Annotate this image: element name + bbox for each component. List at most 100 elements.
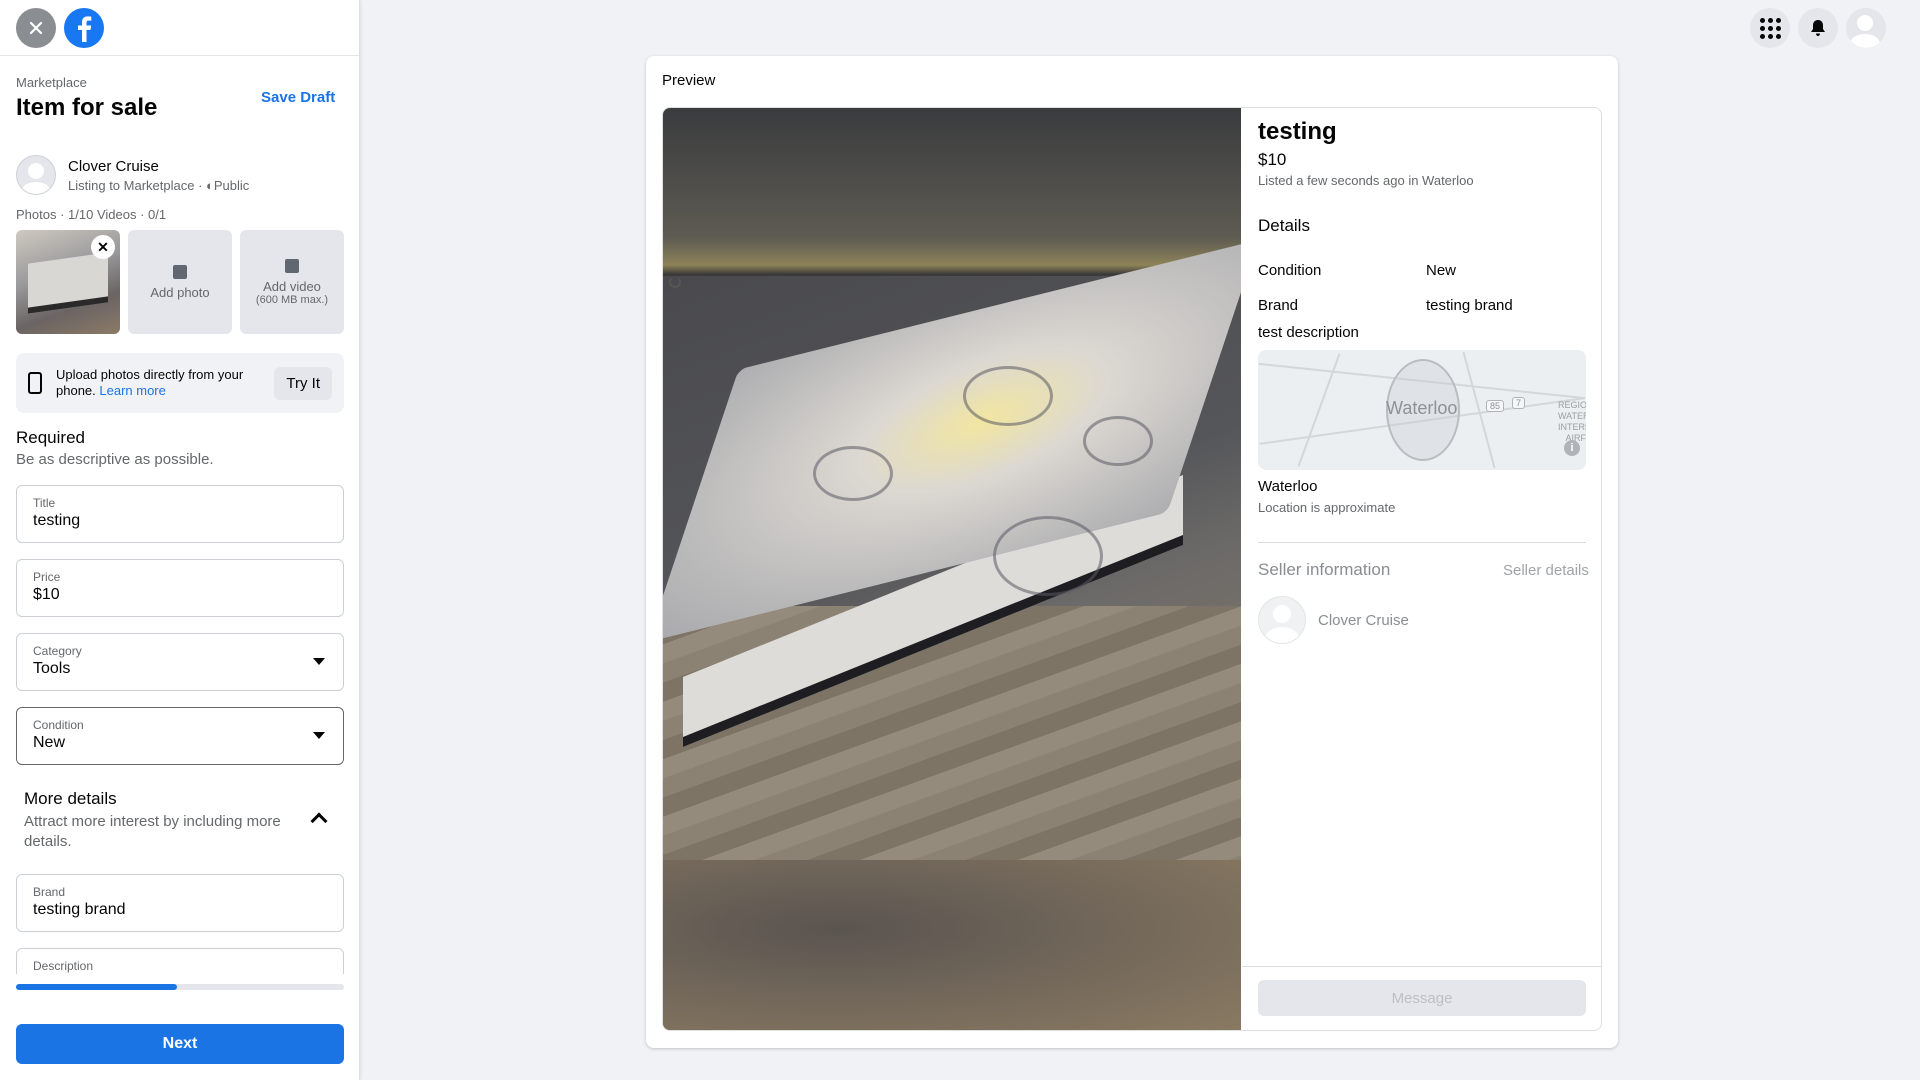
seller-row: Clover Cruise [1258, 596, 1409, 644]
detail-row-condition: Condition New [1258, 262, 1456, 279]
preview-label: Preview [662, 72, 716, 89]
menu-grid-icon [1759, 17, 1781, 39]
phone-upload-banner: Upload photos directly from your phone. … [16, 353, 344, 413]
photo-thumbnail[interactable]: ✕ [16, 230, 120, 334]
more-details-heading[interactable]: More details [24, 789, 117, 809]
required-heading: Required [16, 428, 85, 447]
detail-key: Brand [1258, 297, 1299, 314]
sidebar-scroll-area[interactable]: Marketplace Item for sale Save Draft Clo… [0, 57, 359, 974]
progress-bar-fill [16, 984, 177, 990]
message-button[interactable]: Message [1258, 980, 1586, 1016]
preview-frame: testing $10 Listed a few seconds ago in … [662, 107, 1602, 1031]
listing-sidebar: Marketplace Item for sale Save Draft Clo… [0, 0, 360, 1080]
listing-to-text: Listing to Marketplace · [68, 177, 207, 193]
globe-icon: ◐ [206, 177, 214, 193]
upload-text: Upload photos directly from your phone. … [56, 367, 256, 399]
add-video-label: Add video [263, 278, 321, 294]
listing-audience[interactable]: Listing to Marketplace · ◐Public [68, 178, 249, 193]
add-photo-icon [173, 264, 187, 279]
category-select-value: Tools [33, 660, 71, 677]
photos-count: Photos · 1/10 Videos · 0/1 [16, 207, 167, 222]
breadcrumb[interactable]: Marketplace [16, 75, 87, 90]
add-video-button[interactable]: Add video (600 MB max.) [240, 230, 344, 334]
page-title: Item for sale [16, 94, 158, 121]
brand-field-value[interactable]: testing brand [33, 901, 327, 919]
remove-photo-icon[interactable]: ✕ [91, 235, 115, 259]
listing-photo[interactable] [663, 108, 1241, 1030]
required-subtext: Be as descriptive as possible. [16, 451, 214, 468]
highway-badge: 85 [1486, 400, 1505, 412]
listing-meta: Listed a few seconds ago in Waterloo [1258, 173, 1474, 188]
title-field[interactable]: Title testing [16, 485, 344, 543]
price-field-label: Price [33, 570, 61, 584]
notifications-icon [1811, 20, 1825, 36]
listing-info: testing $10 Listed a few seconds ago in … [1242, 108, 1601, 1030]
listing-description: test description [1258, 324, 1359, 341]
listing-preview: Preview testing $10 Listed a few seconds… [646, 56, 1618, 1048]
add-photo-label: Add photo [150, 284, 210, 300]
media-thumbnails: ✕ Add photo Add video (600 MB max.) [16, 230, 344, 334]
category-select-label: Category [33, 644, 82, 658]
map-region-label: REGIO WATER INTERNATIC AIRF [1558, 400, 1586, 443]
account-icon [1846, 8, 1886, 48]
sidebar-topbar [0, 0, 359, 56]
next-button[interactable]: Next [16, 1024, 344, 1064]
listing-price: $10 [1258, 150, 1287, 169]
seller-name: Clover Cruise [68, 157, 159, 175]
save-draft-button[interactable]: Save Draft [261, 89, 335, 106]
condition-select-value: New [33, 734, 66, 751]
try-it-button[interactable]: Try It [274, 366, 332, 400]
add-photo-button[interactable]: Add photo [128, 230, 232, 334]
price-field[interactable]: Price $10 [16, 559, 344, 617]
title-field-value[interactable]: testing [33, 512, 327, 530]
menu-button[interactable] [1750, 8, 1790, 48]
info-icon[interactable]: i [1564, 440, 1580, 456]
avatar [16, 155, 56, 195]
close-button[interactable] [16, 7, 56, 48]
details-heading: Details [1258, 216, 1310, 235]
location-map[interactable]: Waterloo 85 7 REGIO WATER INTERNATIC AIR… [1258, 350, 1586, 470]
listing-title: testing [1258, 118, 1337, 145]
highway-badge: 7 [1512, 397, 1526, 409]
chevron-up-icon[interactable] [310, 812, 328, 830]
close-icon [29, 21, 43, 34]
more-details-subtext: Attract more interest by including more … [24, 813, 281, 850]
condition-select-label: Condition [33, 718, 84, 732]
detail-value: New [1426, 262, 1457, 279]
loading-icon [669, 276, 681, 288]
phone-icon [28, 372, 42, 394]
description-field[interactable]: Description [16, 948, 344, 974]
map-city-label: Waterloo [1386, 398, 1458, 418]
progress-bar [16, 984, 344, 990]
seller-name: Clover Cruise [1318, 611, 1409, 629]
add-video-icon [285, 258, 299, 273]
account-button[interactable] [1846, 8, 1886, 48]
brand-field[interactable]: Brand testing brand [16, 874, 344, 932]
location-approx: Location is approximate [1258, 500, 1396, 515]
brand-field-label: Brand [33, 885, 66, 899]
learn-more-link[interactable]: Learn more [99, 383, 165, 398]
seller-details-link[interactable]: Seller details [1503, 562, 1589, 579]
mattress-photo [663, 239, 1241, 860]
divider [1258, 542, 1586, 543]
header-actions [1750, 8, 1886, 48]
location-city: Waterloo [1258, 478, 1318, 495]
category-select[interactable]: Category Tools [16, 633, 344, 691]
facebook-logo-icon[interactable] [64, 7, 104, 48]
caret-down-icon [313, 658, 325, 665]
title-field-label: Title [33, 496, 56, 510]
condition-select[interactable]: Condition New [16, 707, 344, 765]
detail-key: Condition [1258, 262, 1322, 279]
divider [1242, 966, 1601, 967]
seller-info-heading: Seller information [1258, 560, 1391, 579]
price-field-value[interactable]: $10 [33, 586, 327, 604]
detail-row-brand: Brand testing brand [1258, 297, 1513, 314]
caret-down-icon [313, 732, 325, 739]
notifications-button[interactable] [1798, 8, 1838, 48]
seller-row: Clover Cruise Listing to Marketplace · ◐… [16, 155, 249, 195]
add-video-limit: (600 MB max.) [255, 293, 329, 306]
mattress-image [28, 252, 108, 314]
avatar [1258, 596, 1306, 644]
description-field-label: Description [33, 959, 94, 973]
detail-value: testing brand [1426, 297, 1513, 314]
